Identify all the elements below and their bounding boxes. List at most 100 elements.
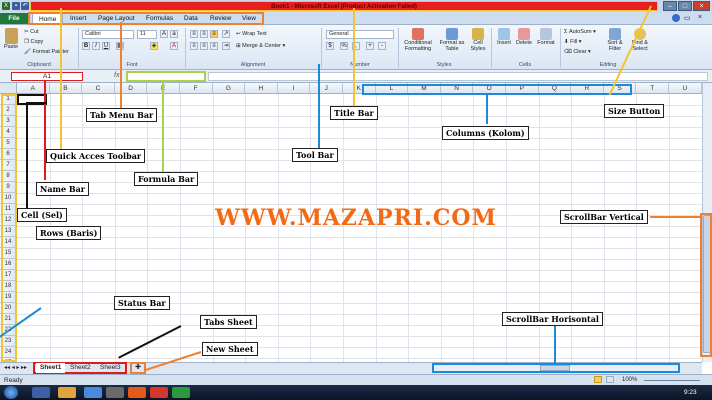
align-middle-icon[interactable]: ≡ [200,30,208,38]
minimize-icon[interactable]: – [663,1,677,11]
copy-button[interactable]: ❐ Copy [24,39,43,45]
annotation-scroll-horizontal: ScrollBar Horisontal [502,312,603,326]
status-ready: Ready [4,377,23,384]
italic-icon[interactable]: I [92,42,100,50]
grid-row-line [17,259,702,260]
ribbon-minimize-icon[interactable]: ▭ [684,14,691,22]
cells-label: Cells [518,62,532,68]
indent-icon[interactable]: ⇥ [222,42,230,50]
page-layout-view-icon[interactable] [606,376,614,383]
title-bar: X ▪ ↶ Book1 - Microsoft Excel (Product A… [0,0,712,12]
sheet-nav-icon[interactable]: ◂◂ ◂ ▸ ▸▸ [4,364,27,371]
grid-row-line [17,270,702,271]
column-header[interactable]: J [310,83,343,94]
close-icon[interactable]: × [693,1,710,11]
column-header[interactable]: F [180,83,213,94]
excel-logo-icon[interactable]: X [2,2,10,10]
format-cells-button[interactable]: Format [535,28,557,46]
zoom-slider[interactable] [644,380,700,381]
bold-icon[interactable]: B [82,42,90,50]
cell-styles-button[interactable]: Cell Styles [466,28,490,52]
underline-icon[interactable]: U [102,42,110,50]
taskbar-excel-icon[interactable] [172,387,190,398]
conditional-formatting-button[interactable]: Conditional Formatting [400,28,436,52]
annotation-title-bar: Title Bar [330,106,378,120]
taskbar-folder-icon[interactable] [58,387,76,398]
name-box[interactable]: A1 [11,72,83,81]
column-header[interactable]: B [49,83,83,94]
formula-input-extension[interactable] [208,72,708,81]
align-left-icon[interactable]: ≡ [190,42,198,50]
align-right-icon[interactable]: ≡ [210,42,218,50]
sheet-tab-3[interactable]: Sheet3 [96,363,125,373]
align-center-icon[interactable]: ≡ [200,42,208,50]
grow-font-icon[interactable]: A [160,30,168,38]
number-format-select[interactable]: General [326,30,394,39]
taskbar-browser-icon[interactable] [84,387,102,398]
format-as-table-button[interactable]: Format as Table [438,28,466,52]
maximize-icon[interactable]: □ [678,1,692,11]
editing-label: Editing [599,62,617,68]
percent-icon[interactable]: % [340,42,348,50]
align-top-icon[interactable]: ≡ [190,30,198,38]
horizontal-scroll-thumb[interactable] [540,365,570,371]
sheet-tab-2[interactable]: Sheet2 [66,363,95,373]
paste-button[interactable]: Paste [3,28,19,50]
column-header[interactable]: G [212,83,246,94]
number-label: Number [350,62,370,68]
column-header[interactable]: T [636,83,669,94]
font-name-select[interactable]: Calibri [82,30,134,39]
save-icon[interactable]: ▪ [12,2,20,10]
help-icon[interactable] [672,14,680,22]
sort-filter-button[interactable]: Sort & Filter [604,28,626,52]
cell-pointer-line-h [26,102,46,104]
vscroll-pointer-line [650,216,700,218]
new-sheet-icon[interactable]: ✚ [130,362,146,374]
clear-button[interactable]: ⌫ Clear ▾ [564,49,591,55]
vertical-scroll-highlight [700,213,712,357]
column-header[interactable]: U [669,83,702,94]
font-size-select[interactable]: 11 [137,30,157,39]
workbook-close-icon[interactable]: × [698,14,702,21]
autosum-button[interactable]: Σ AutoSum ▾ [564,29,596,35]
normal-view-icon[interactable] [594,376,602,383]
wrap-text-button[interactable]: ↩ Wrap Text [236,31,267,37]
grid-row-line [17,182,702,183]
column-header[interactable]: I [277,83,311,94]
select-all-corner[interactable] [0,83,17,94]
start-button-icon[interactable] [4,386,18,399]
taskbar-app2-icon[interactable] [150,387,168,398]
orientation-icon[interactable]: ↗ [222,30,230,38]
annotation-size-button: Size Button [604,104,665,118]
fill-color-icon[interactable]: ◈ [150,42,158,50]
sheet-tab-1[interactable]: Sheet1 [36,363,66,373]
align-bottom-icon[interactable]: ≡ [210,30,218,38]
taskbar-firefox-icon[interactable] [128,387,146,398]
insert-cells-button[interactable]: Insert [494,28,514,46]
taskbar-app-icon[interactable] [106,387,124,398]
decrease-decimal-icon[interactable]: - [378,42,386,50]
shrink-font-icon[interactable]: a [170,30,178,38]
formula-input[interactable] [126,71,206,82]
format-painter-button[interactable]: 🖌 Format Painter [24,49,69,55]
annotation-tab-menu: Tab Menu Bar [86,108,158,122]
ribbon-toolbar: Paste ✂ Cut ❐ Copy 🖌 Format Painter Clip… [0,25,712,70]
font-color-icon[interactable]: A [170,42,178,50]
taskbar-explorer-icon[interactable] [32,387,50,398]
tab-file[interactable]: File [0,13,28,24]
cut-button[interactable]: ✂ Cut [24,29,39,35]
delete-cells-button[interactable]: Delete [514,28,534,46]
undo-icon[interactable]: ↶ [21,2,29,10]
fill-button[interactable]: ⬇ Fill ▾ [564,39,581,45]
merge-center-button[interactable]: ⊞ Merge & Center ▾ [236,43,285,49]
increase-decimal-icon[interactable]: + [366,42,374,50]
tab-menu-highlight [28,12,264,25]
column-header[interactable]: H [245,83,278,94]
taskbar-clock: 9:23 [684,389,697,396]
tab-menu-pointer-line [120,22,122,108]
fx-icon[interactable]: fx [114,72,119,79]
grid-row-line [17,237,702,238]
title-highlight: Book1 - Microsoft Excel (Product Activat… [30,1,658,11]
currency-icon[interactable]: $ [326,42,334,50]
column-header[interactable]: C [82,83,115,94]
